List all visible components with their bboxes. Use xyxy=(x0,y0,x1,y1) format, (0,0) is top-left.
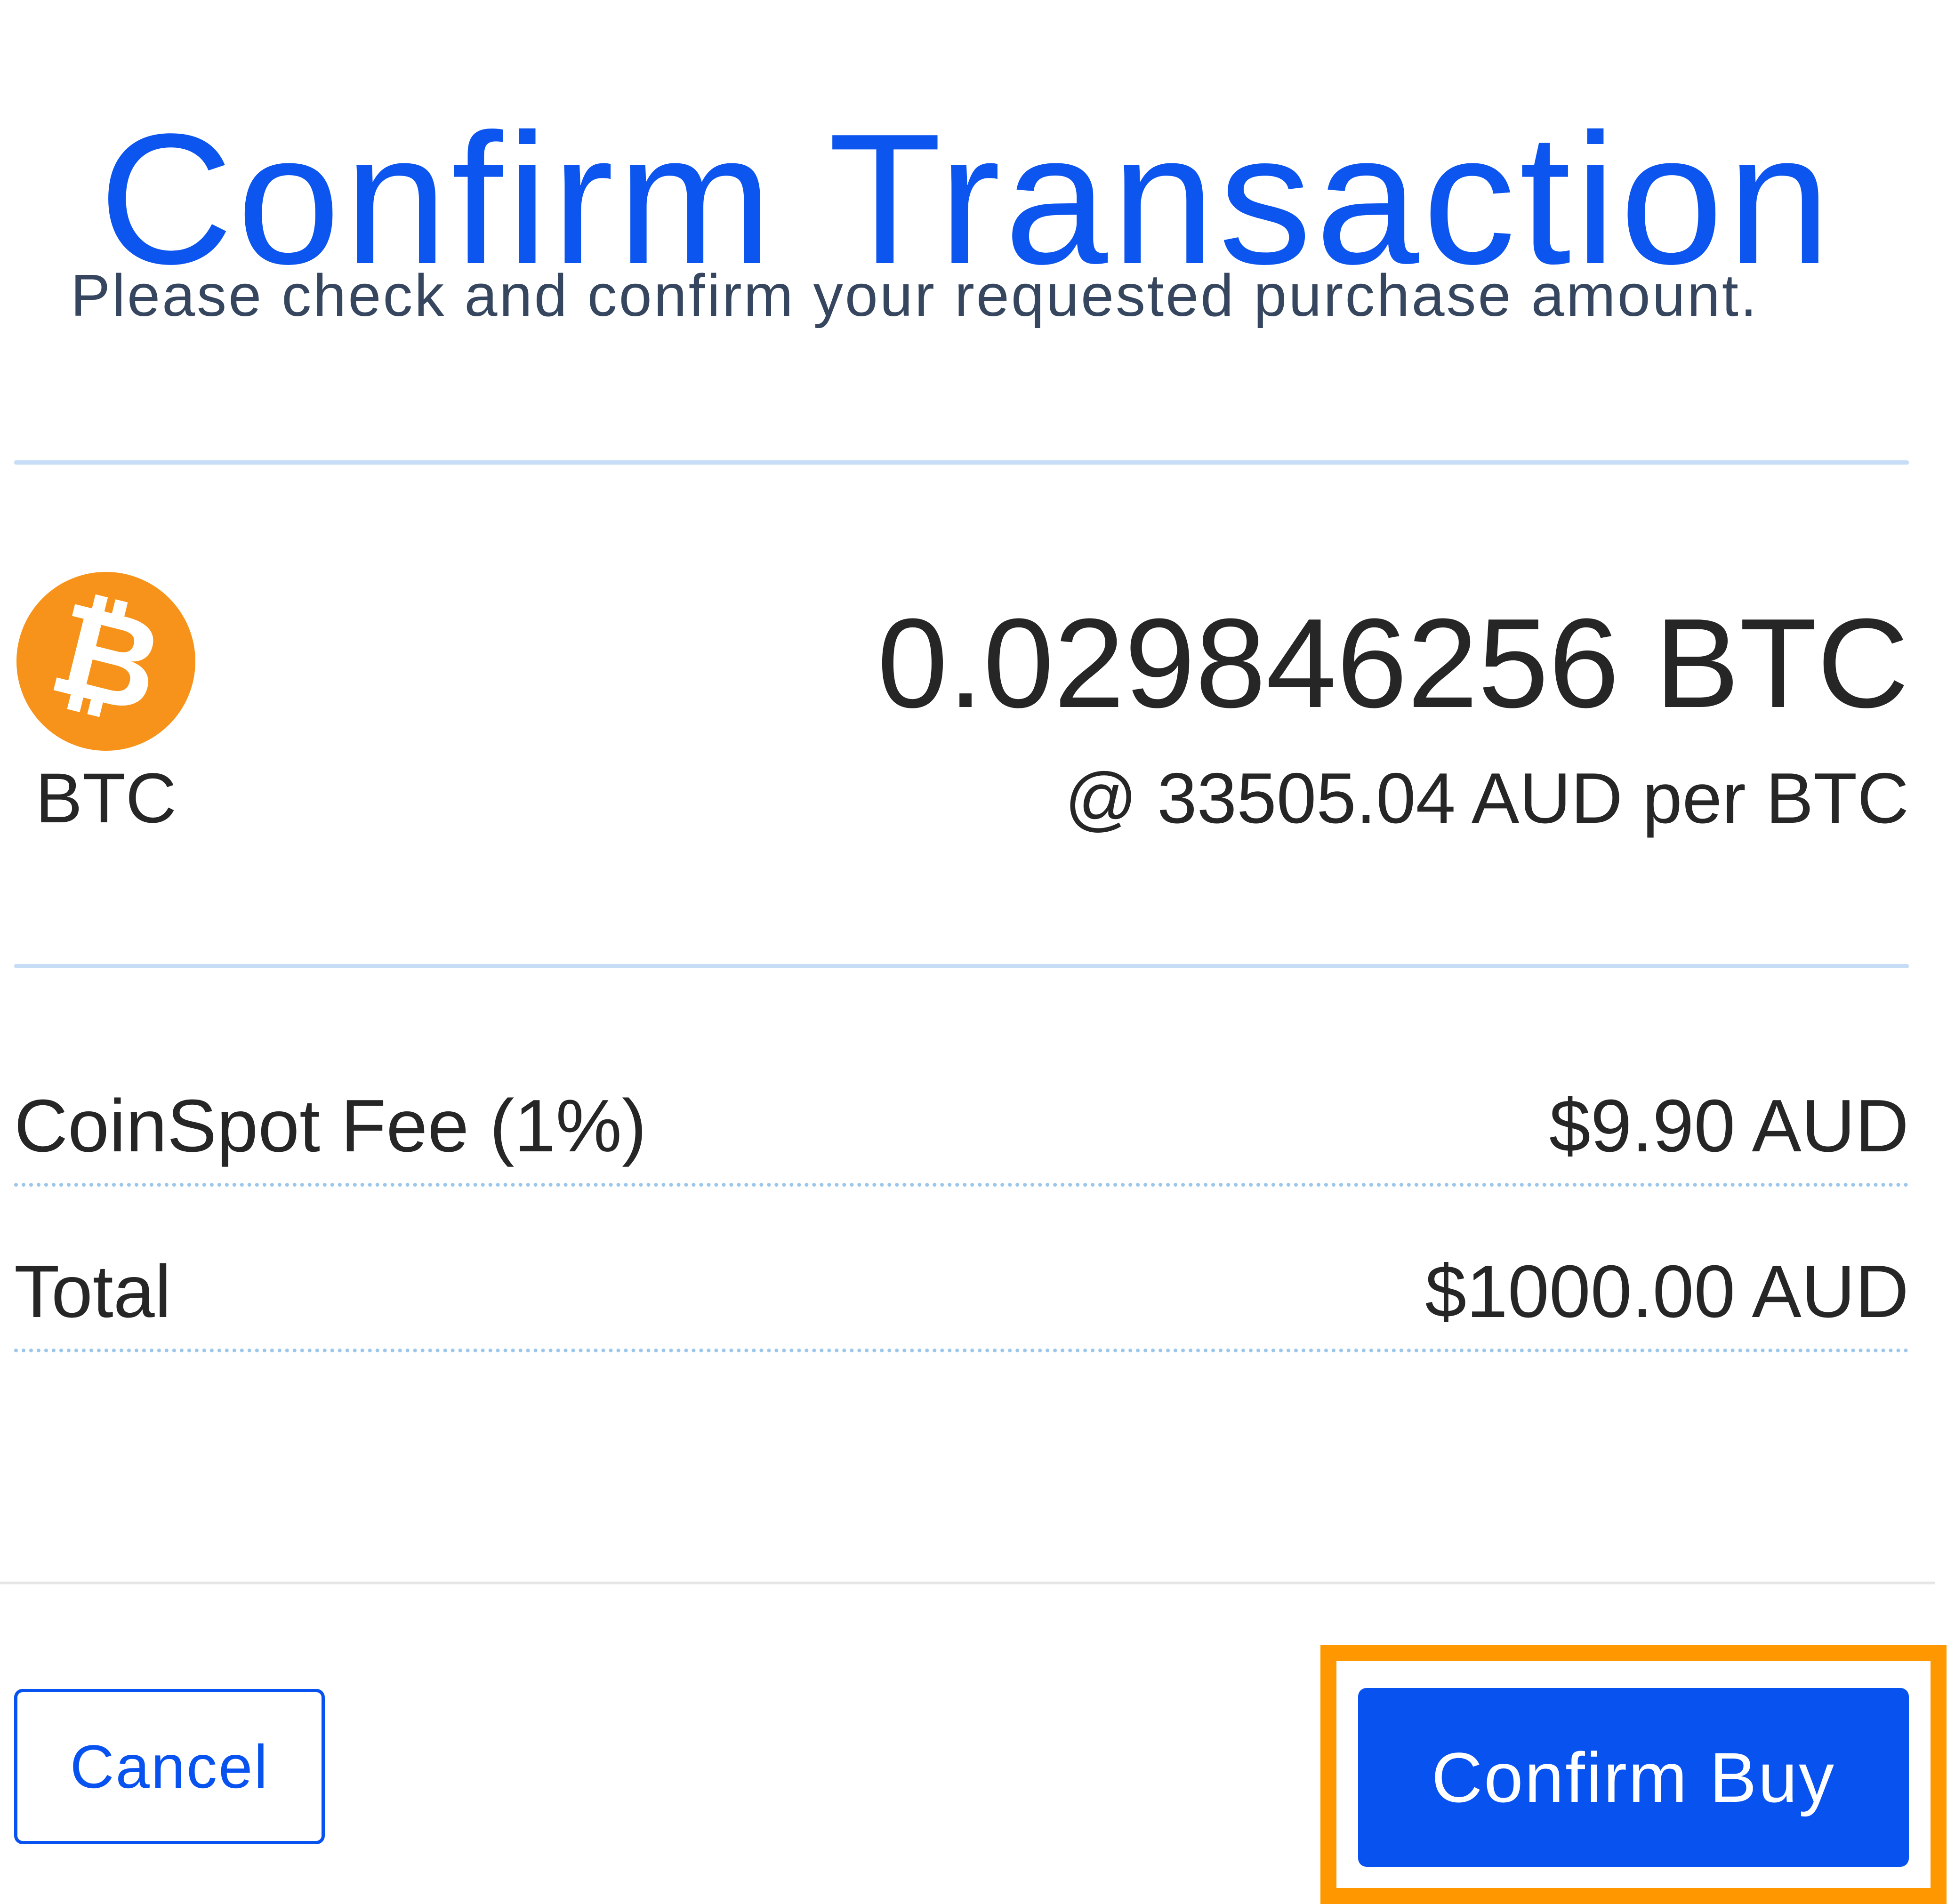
top-divider xyxy=(14,460,1909,465)
confirm-buy-button[interactable]: Confirm Buy xyxy=(1358,1688,1909,1867)
total-label: Total xyxy=(14,1250,171,1333)
coin-label: BTC xyxy=(35,758,177,837)
exchange-rate: @ 33505.04 AUD per BTC xyxy=(1064,758,1909,838)
middle-divider xyxy=(14,964,1909,968)
fee-value: $9.90 AUD xyxy=(1549,1085,1909,1167)
total-row: Total $1000.00 AUD xyxy=(14,1254,1909,1352)
fee-row: CoinSpot Fee (1%) $9.90 AUD xyxy=(14,1089,1909,1187)
page-subtitle: Please check and confirm your requested … xyxy=(71,262,1759,329)
total-value: $1000.00 AUD xyxy=(1425,1250,1909,1333)
purchase-amount: 0.029846256 BTC xyxy=(877,593,1909,734)
fee-label: CoinSpot Fee (1%) xyxy=(14,1085,647,1167)
footer-divider xyxy=(0,1582,1935,1584)
bitcoin-icon: ₿ xyxy=(16,572,195,751)
cancel-button[interactable]: Cancel xyxy=(14,1689,325,1844)
